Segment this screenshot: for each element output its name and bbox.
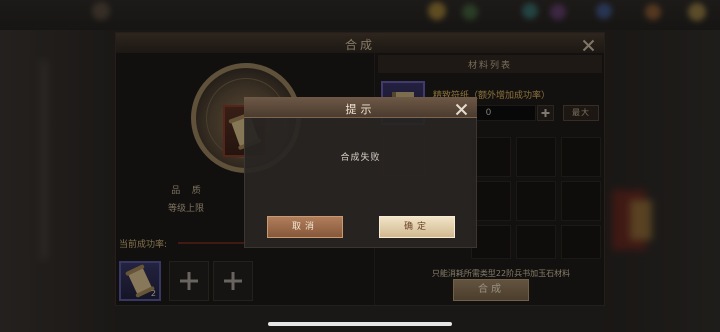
close-icon[interactable] (455, 101, 468, 116)
cancel-button[interactable]: 取消 (267, 216, 343, 238)
game-screen: 合成 材料列表 品 质 等级上限 当前成功率: 2 精致符纸（额外增加成功率） … (0, 0, 720, 332)
home-indicator[interactable] (268, 322, 452, 326)
confirm-button[interactable]: 确定 (379, 216, 455, 238)
alert-dialog: 提示 合成失败 取消 确定 (244, 97, 477, 248)
dialog-title: 提示 (345, 103, 376, 116)
dialog-header: 提示 (244, 97, 477, 118)
dialog-message: 合成失败 (340, 153, 381, 163)
dialog-body: 合成失败 取消 确定 (244, 118, 477, 248)
